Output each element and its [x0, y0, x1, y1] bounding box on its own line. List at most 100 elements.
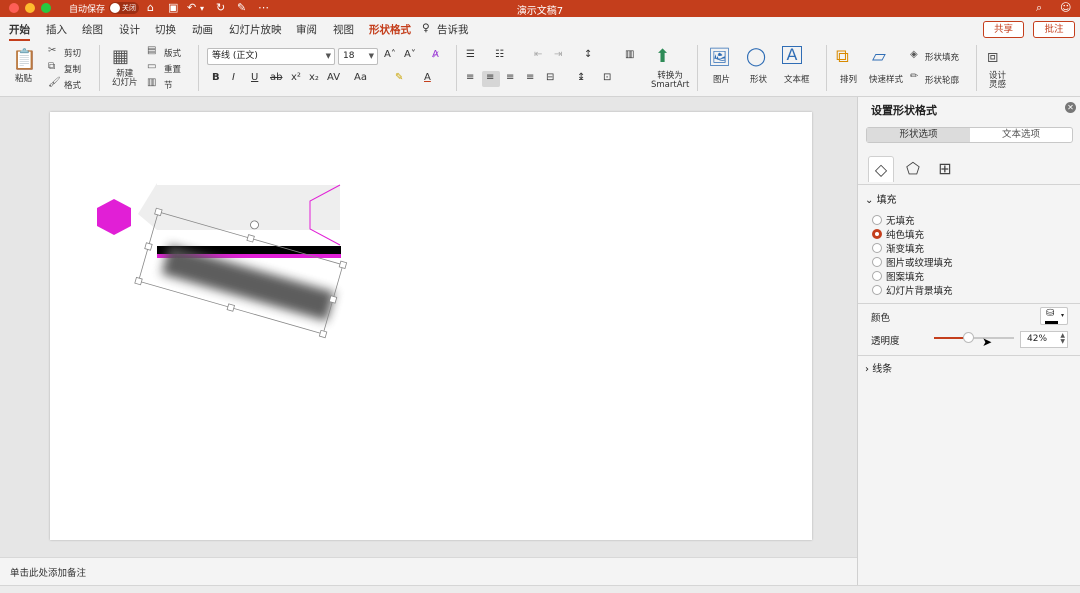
cut-label[interactable]: 剪切: [64, 47, 81, 59]
character-spacing-icon[interactable]: AV: [327, 72, 340, 83]
copy-label[interactable]: 复制: [64, 63, 81, 75]
close-icon[interactable]: ✕: [1065, 102, 1076, 113]
radio-button[interactable]: [872, 257, 882, 267]
fill-line-icon[interactable]: ◇: [868, 156, 894, 182]
shape-icon[interactable]: ◯: [746, 46, 766, 67]
radio-button[interactable]: [872, 285, 882, 295]
tab-shape-format[interactable]: 形状格式: [369, 22, 411, 37]
tab-draw[interactable]: 绘图: [82, 22, 103, 37]
shape-label[interactable]: 形状: [750, 73, 767, 85]
arrange-label[interactable]: 排列: [840, 73, 857, 85]
radio-pattern-fill[interactable]: 图案填充: [872, 269, 924, 283]
tab-design[interactable]: 设计: [119, 22, 140, 37]
picture-icon[interactable]: 🖼: [708, 47, 731, 68]
new-slide-icon[interactable]: ▦: [112, 46, 129, 67]
increase-indent-icon[interactable]: ⇥: [554, 49, 562, 60]
designer-label[interactable]: 设计 灵感: [989, 72, 1006, 90]
reset-label[interactable]: 重置: [164, 63, 181, 75]
layout-icon[interactable]: ▤: [147, 45, 156, 56]
copy-icon[interactable]: ⧉: [48, 61, 55, 72]
transparency-input[interactable]: 42% ▲ ▼: [1020, 331, 1068, 348]
transparency-slider[interactable]: [934, 332, 1014, 343]
tell-me-search[interactable]: 告诉我: [437, 22, 469, 37]
align-left-icon[interactable]: ≡: [466, 72, 474, 83]
search-icon[interactable]: ⌕: [1036, 1, 1042, 15]
designer-icon[interactable]: ⧈: [987, 46, 998, 67]
format-painter-icon[interactable]: 🖌: [48, 77, 61, 88]
shape-fill-label[interactable]: 形状填充: [925, 51, 959, 63]
align-text-icon[interactable]: ⊡: [603, 72, 611, 83]
align-center-icon[interactable]: ≡: [486, 72, 494, 83]
shape-fill-icon[interactable]: ◈: [910, 49, 918, 60]
textbox-icon[interactable]: A: [782, 46, 802, 64]
layout-label[interactable]: 版式: [164, 47, 181, 59]
distribute-icon[interactable]: ⊟: [546, 72, 554, 83]
slider-handle[interactable]: [963, 332, 974, 343]
notes-placeholder[interactable]: 单击此处添加备注: [10, 565, 86, 579]
fill-section-header[interactable]: ⌄ 填充: [865, 191, 897, 206]
shape-outline-label[interactable]: 形状轮廓: [925, 74, 959, 86]
account-icon[interactable]: ☺: [1060, 1, 1071, 14]
tab-animations[interactable]: 动画: [192, 22, 213, 37]
font-color-icon[interactable]: A: [424, 72, 431, 83]
paste-icon[interactable]: 📋: [12, 47, 37, 71]
font-size-select[interactable]: 18 ▼: [338, 48, 378, 65]
tab-view[interactable]: 视图: [333, 22, 354, 37]
picture-label[interactable]: 图片: [713, 73, 730, 85]
quick-styles-label[interactable]: 快速样式: [869, 73, 903, 85]
comment-button[interactable]: 批注: [1033, 21, 1075, 38]
superscript-icon[interactable]: x²: [291, 72, 301, 83]
slide[interactable]: [50, 112, 812, 540]
tab-home[interactable]: 开始: [9, 22, 30, 41]
reset-icon[interactable]: ▭: [147, 61, 156, 72]
hexagon-shape[interactable]: [97, 199, 131, 235]
font-name-select[interactable]: 等线 (正文) ▼: [207, 48, 335, 65]
columns-icon[interactable]: ▥: [625, 49, 634, 60]
line-spacing-icon[interactable]: ↕: [584, 49, 592, 60]
shrink-font-icon[interactable]: A˅: [404, 49, 416, 60]
change-case-icon[interactable]: Aa: [354, 72, 367, 83]
tab-review[interactable]: 审阅: [296, 22, 317, 37]
highlight-icon[interactable]: ✎: [395, 72, 403, 83]
quick-styles-icon[interactable]: ▱: [872, 46, 886, 67]
share-button[interactable]: 共享: [983, 21, 1024, 38]
radio-button-selected[interactable]: [872, 229, 882, 239]
subscript-icon[interactable]: x₂: [309, 72, 319, 83]
underline-icon[interactable]: U: [251, 72, 258, 83]
radio-slide-bg-fill[interactable]: 幻灯片背景填充: [872, 283, 953, 297]
strikethrough-icon[interactable]: ab: [270, 72, 282, 83]
clear-formatting-icon[interactable]: A̷: [432, 49, 439, 60]
radio-button[interactable]: [872, 243, 882, 253]
align-right-icon[interactable]: ≡: [506, 72, 514, 83]
bold-icon[interactable]: B: [212, 72, 220, 83]
tab-slideshow[interactable]: 幻灯片放映: [229, 22, 282, 37]
italic-icon[interactable]: I: [232, 72, 235, 83]
text-direction-icon[interactable]: ↨: [577, 72, 585, 83]
tab-transitions[interactable]: 切换: [155, 22, 176, 37]
convert-smartart-label[interactable]: 转换为 SmartArt: [651, 72, 689, 90]
arrange-icon[interactable]: ⧉: [836, 46, 849, 67]
radio-picture-fill[interactable]: 图片或纹理填充: [872, 255, 953, 269]
radio-button[interactable]: [872, 215, 882, 225]
new-slide-label[interactable]: 新建 幻灯片: [112, 70, 138, 88]
radio-button[interactable]: [872, 271, 882, 281]
line-section-header[interactable]: › 线条: [865, 360, 892, 375]
grow-font-icon[interactable]: A˄: [384, 49, 396, 60]
section-icon[interactable]: ▥: [147, 77, 156, 88]
radio-no-fill[interactable]: 无填充: [872, 213, 915, 227]
numbering-icon[interactable]: ☷: [495, 49, 504, 60]
effects-icon[interactable]: ⬠: [900, 156, 926, 182]
stepper-icon[interactable]: ▲ ▼: [1060, 333, 1065, 345]
textbox-label[interactable]: 文本框: [784, 73, 810, 85]
size-properties-icon[interactable]: ⊞: [932, 156, 958, 182]
paste-label[interactable]: 粘贴: [15, 72, 32, 84]
radio-gradient-fill[interactable]: 渐变填充: [872, 241, 924, 255]
notes-pane[interactable]: 单击此处添加备注: [0, 557, 857, 585]
smartart-icon[interactable]: ⬆: [655, 46, 670, 67]
decrease-indent-icon[interactable]: ⇤: [534, 49, 542, 60]
tab-insert[interactable]: 插入: [46, 22, 67, 37]
shape-options-tab[interactable]: 形状选项: [867, 128, 970, 142]
scissors-icon[interactable]: ✂: [48, 45, 56, 56]
bullets-icon[interactable]: ☰: [466, 49, 475, 60]
radio-solid-fill[interactable]: 纯色填充: [872, 227, 924, 241]
